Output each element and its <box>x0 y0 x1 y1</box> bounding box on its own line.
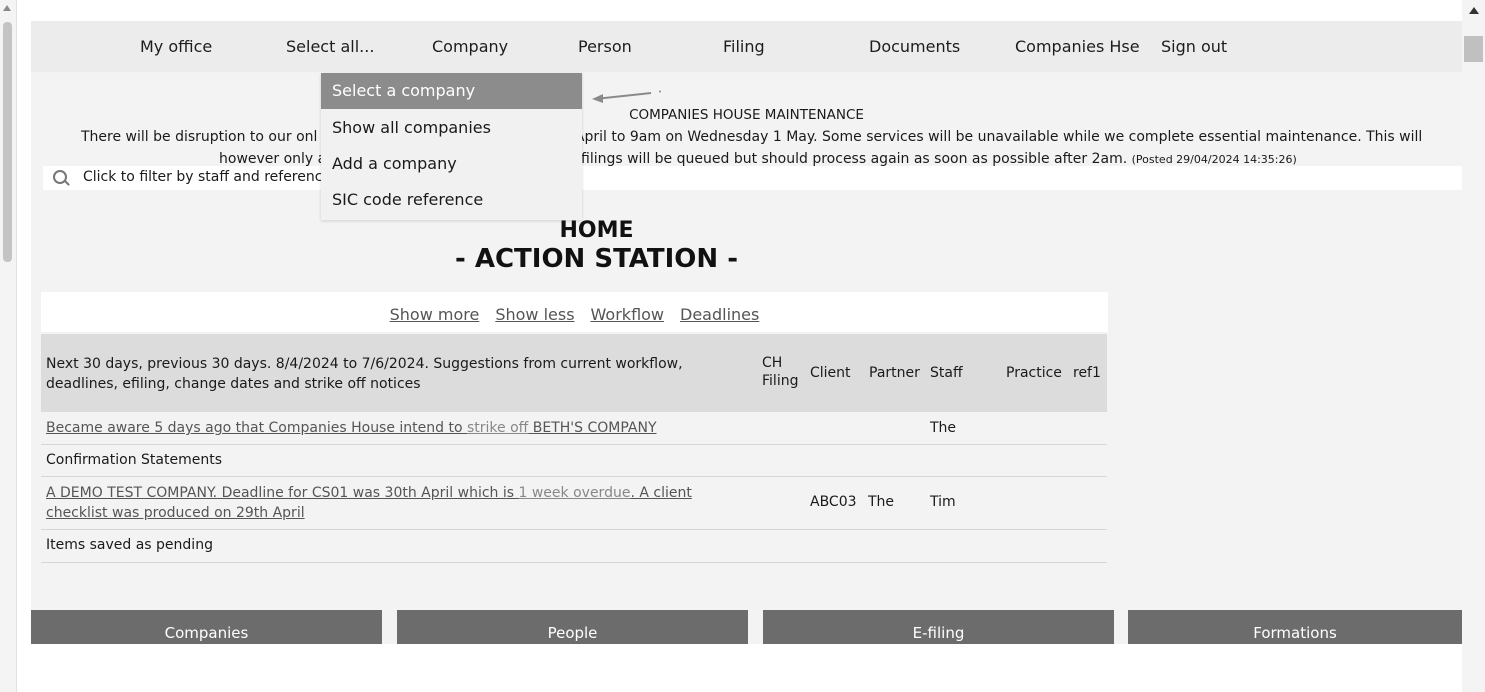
strike-off-item[interactable]: Became aware 5 days ago that Companies H… <box>46 420 657 436</box>
table-description: Next 30 days, previous 30 days. 8/4/2024… <box>46 356 683 392</box>
menu-item-sic-code-reference[interactable]: SIC code reference <box>321 182 582 218</box>
notice-posted-date: (Posted 29/04/2024 14:35:26) <box>1131 153 1297 166</box>
page-title: HOME - ACTION STATION - <box>31 218 1162 274</box>
maintenance-notice: COMPANIES HOUSE MAINTENANCE There will b… <box>31 104 1462 170</box>
show-more-link[interactable]: Show more <box>390 292 480 338</box>
demo-staff: Tim <box>930 494 956 510</box>
scrollbar-thumb[interactable] <box>3 22 12 262</box>
tile-companies[interactable]: Companies <box>31 610 382 644</box>
demo-company-item[interactable]: A DEMO TEST COMPANY. Deadline for CS01 w… <box>46 483 746 523</box>
col-ref1[interactable]: ref1 <box>1073 364 1101 382</box>
strike-off-company[interactable]: BETH'S COMPANY <box>528 420 657 436</box>
menu-item-show-all-companies[interactable]: Show all companies <box>321 110 582 146</box>
tile-efiling[interactable]: E-filing <box>763 610 1114 644</box>
notice-text-right-2: filings will be queued but should proces… <box>581 151 1128 167</box>
nav-person[interactable]: Person <box>578 37 632 56</box>
nav-company[interactable]: Company <box>432 37 508 56</box>
section-items-pending: Items saved as pending <box>46 537 213 553</box>
action-station-heading: - ACTION STATION - <box>454 244 739 274</box>
col-partner[interactable]: Partner <box>869 364 920 382</box>
workflow-link[interactable]: Workflow <box>591 292 664 338</box>
demo-partner: The <box>868 494 895 510</box>
menu-item-add-company[interactable]: Add a company <box>321 146 582 182</box>
company-dropdown-menu: Select a company Show all companies Add … <box>321 73 582 220</box>
demo-checklist-link[interactable]: checklist was produced on 29th April <box>46 505 305 521</box>
nav-filing[interactable]: Filing <box>723 37 765 56</box>
scrollbar-thumb[interactable] <box>1464 36 1483 62</box>
nav-companies-house[interactable]: Companies Hse <box>1015 37 1140 56</box>
demo-company-link[interactable]: A DEMO TEST COMPANY. <box>46 485 217 501</box>
scroll-up-arrow-icon[interactable] <box>1469 7 1479 14</box>
notice-text-left: There will be disruption to our onl <box>81 129 318 145</box>
home-heading: HOME <box>559 218 634 243</box>
menu-item-select-company[interactable]: Select a company <box>321 73 582 109</box>
tile-people[interactable]: People <box>397 610 748 644</box>
pointer-arrow-icon <box>592 90 661 103</box>
table-row: Became aware 5 days ago that Companies H… <box>41 412 1107 445</box>
col-practice[interactable]: Practice <box>1006 364 1062 382</box>
strike-off-text[interactable]: Became aware 5 days ago that Companies H… <box>46 420 467 436</box>
nav-sign-out[interactable]: Sign out <box>1161 37 1227 56</box>
filter-bar[interactable]: Click to filter by staff and referenc <box>43 166 1462 190</box>
notice-text-right: ) April to 9am on Wednesday 1 May. Some … <box>565 129 1423 145</box>
col-client[interactable]: Client <box>810 364 851 382</box>
top-navigation: My office Select all... Company Person F… <box>31 21 1462 72</box>
tile-formations[interactable]: Formations <box>1128 610 1462 644</box>
search-icon[interactable] <box>53 170 67 184</box>
demo-client-code: ABC03 <box>810 494 857 510</box>
page: My office Select all... Company Person F… <box>31 0 1462 692</box>
table-row: A DEMO TEST COMPANY. Deadline for CS01 w… <box>41 477 1107 530</box>
strike-off-staff: The <box>930 420 957 436</box>
filter-by-staff-link[interactable]: Click to filter by staff and referenc <box>83 169 322 185</box>
col-ch-filing[interactable]: CH Filing <box>762 354 798 390</box>
demo-deadline-text[interactable]: Deadline for CS01 was 30th April which i… <box>217 485 518 501</box>
col-staff[interactable]: Staff <box>930 364 963 382</box>
show-less-link[interactable]: Show less <box>495 292 574 338</box>
section-confirmation-statements: Confirmation Statements <box>46 452 222 468</box>
demo-overdue-link[interactable]: 1 week overdue <box>519 485 631 501</box>
nav-documents[interactable]: Documents <box>869 37 960 56</box>
action-panel: Show more Show less Workflow Deadlines Next… <box>41 292 1108 564</box>
nav-my-office[interactable]: My office <box>140 37 212 56</box>
notice-heading: COMPANIES HOUSE MAINTENANCE <box>629 107 864 123</box>
panel-links: Show more Show less Workflow Deadlines <box>41 292 1108 332</box>
section-row: Items saved as pending <box>41 530 1107 563</box>
col-ch-filing-line1: CH <box>762 355 783 371</box>
section-row: Confirmation Statements <box>41 445 1107 477</box>
left-scrollbar[interactable] <box>0 0 17 692</box>
col-ch-filing-line2: Filing <box>762 373 799 389</box>
strike-off-link[interactable]: strike off <box>467 420 528 436</box>
scroll-up-arrow-icon[interactable] <box>3 5 11 11</box>
deadlines-link[interactable]: Deadlines <box>680 292 759 338</box>
table-header: Next 30 days, previous 30 days. 8/4/2024… <box>41 334 1107 412</box>
demo-client-text[interactable]: . A client <box>630 485 691 501</box>
right-scrollbar[interactable] <box>1462 0 1485 692</box>
nav-select-all[interactable]: Select all... <box>286 37 374 56</box>
